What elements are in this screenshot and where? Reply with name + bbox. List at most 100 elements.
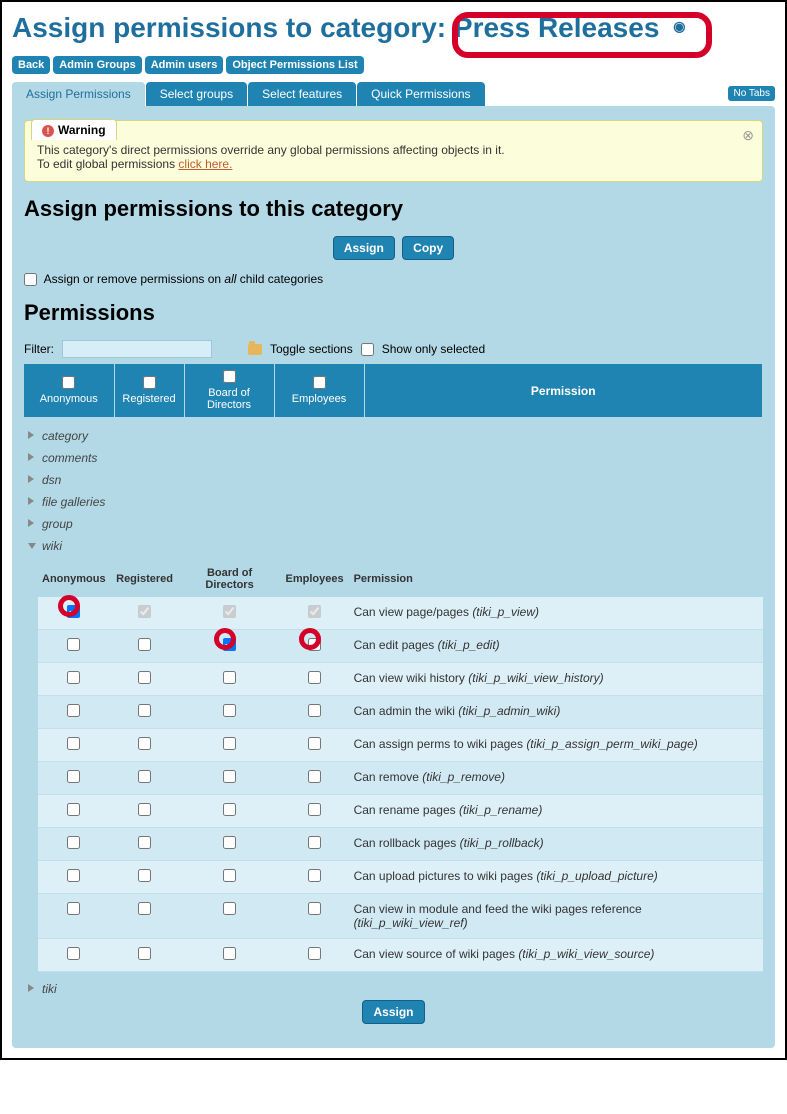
header-col-employees: Employees xyxy=(274,364,364,417)
perm-checkbox-bod[interactable] xyxy=(223,671,236,684)
perm-checkbox-bod[interactable] xyxy=(223,869,236,882)
perm-checkbox-bod[interactable] xyxy=(223,902,236,915)
perm-checkbox-anon[interactable] xyxy=(67,947,80,960)
filter-input[interactable] xyxy=(62,340,212,358)
copy-button[interactable]: Copy xyxy=(402,236,454,260)
perm-checkbox-anon[interactable] xyxy=(67,902,80,915)
table-row: Can rollback pages (tiki_p_rollback) xyxy=(38,828,763,861)
perm-checkbox-bod[interactable] xyxy=(223,836,236,849)
perm-checkbox-bod[interactable] xyxy=(223,770,236,783)
warning-global-permissions-link[interactable]: click here. xyxy=(178,157,232,171)
perm-checkbox-anon[interactable] xyxy=(67,605,80,618)
perm-checkbox-reg[interactable] xyxy=(138,803,151,816)
perm-checkbox-bod[interactable] xyxy=(223,947,236,960)
perm-checkbox-anon[interactable] xyxy=(67,836,80,849)
no-tabs-button[interactable]: No Tabs xyxy=(728,86,775,101)
perm-checkbox-emp[interactable] xyxy=(308,770,321,783)
perm-checkbox-reg[interactable] xyxy=(138,836,151,849)
header-checkbox-registered[interactable] xyxy=(143,376,156,389)
nav-button-admin-groups[interactable]: Admin Groups xyxy=(53,56,141,74)
section-dsn[interactable]: dsn xyxy=(24,469,763,491)
header-checkbox-employees[interactable] xyxy=(313,376,326,389)
perm-checkbox-bod[interactable] xyxy=(223,638,236,651)
table-row: Can view in module and feed the wiki pag… xyxy=(38,894,763,939)
header-checkbox-anonymous[interactable] xyxy=(62,376,75,389)
perm-checkbox-emp[interactable] xyxy=(308,737,321,750)
perm-checkbox-reg[interactable] xyxy=(138,704,151,717)
warning-close-icon[interactable]: ⊗ xyxy=(742,127,754,144)
perm-checkbox-anon[interactable] xyxy=(67,770,80,783)
perm-checkbox-bod[interactable] xyxy=(223,803,236,816)
perm-checkbox-anon[interactable] xyxy=(67,737,80,750)
perm-checkbox-emp[interactable] xyxy=(308,671,321,684)
perm-checkbox-reg xyxy=(138,605,151,618)
perm-checkbox-reg[interactable] xyxy=(138,737,151,750)
nav-buttons: BackAdmin GroupsAdmin usersObject Permis… xyxy=(12,56,775,74)
perm-checkbox-emp[interactable] xyxy=(308,947,321,960)
perm-checkbox-anon[interactable] xyxy=(67,671,80,684)
perm-checkbox-reg[interactable] xyxy=(138,638,151,651)
nav-button-admin-users[interactable]: Admin users xyxy=(145,56,224,74)
perm-checkbox-reg[interactable] xyxy=(138,947,151,960)
section-group[interactable]: group xyxy=(24,513,763,535)
section-tiki[interactable]: tiki xyxy=(24,978,763,1000)
perm-description: Can view page/pages (tiki_p_view) xyxy=(350,597,763,630)
perm-checkbox-reg[interactable] xyxy=(138,770,151,783)
warning-line1: This category's direct permissions overr… xyxy=(37,143,750,157)
perm-checkbox-bod[interactable] xyxy=(223,737,236,750)
tabs-row: Assign PermissionsSelect groupsSelect fe… xyxy=(12,82,775,106)
section-category[interactable]: category xyxy=(24,425,763,447)
section-file-galleries[interactable]: file galleries xyxy=(24,491,763,513)
perm-description: Can rename pages (tiki_p_rename) xyxy=(350,795,763,828)
tab-assign-permissions[interactable]: Assign Permissions xyxy=(12,82,145,106)
chevron-right-icon xyxy=(28,431,34,439)
perm-checkbox-emp[interactable] xyxy=(308,869,321,882)
wiki-th-employees: Employees xyxy=(280,561,350,597)
child-categories-checkbox[interactable] xyxy=(24,273,37,286)
table-row: Can remove (tiki_p_remove) xyxy=(38,762,763,795)
assign-button-bottom[interactable]: Assign xyxy=(362,1000,424,1024)
section-wiki[interactable]: wiki xyxy=(24,535,763,557)
section-comments[interactable]: comments xyxy=(24,447,763,469)
perm-checkbox-bod[interactable] xyxy=(223,704,236,717)
perm-checkbox-anon[interactable] xyxy=(67,704,80,717)
perm-checkbox-reg[interactable] xyxy=(138,902,151,915)
header-col-anonymous: Anonymous xyxy=(24,364,114,417)
perm-checkbox-anon[interactable] xyxy=(67,869,80,882)
assign-heading: Assign permissions to this category xyxy=(24,196,763,222)
chevron-right-icon xyxy=(28,519,34,527)
perm-description: Can view source of wiki pages (tiki_p_wi… xyxy=(350,939,763,972)
perm-checkbox-anon[interactable] xyxy=(67,638,80,651)
nav-button-object-permissions-list[interactable]: Object Permissions List xyxy=(226,56,363,74)
header-checkbox-board-of-directors[interactable] xyxy=(223,370,236,383)
perm-checkbox-reg[interactable] xyxy=(138,869,151,882)
perm-checkbox-emp[interactable] xyxy=(308,638,321,651)
tab-select-groups[interactable]: Select groups xyxy=(146,82,247,106)
perm-checkbox-reg[interactable] xyxy=(138,671,151,684)
toggle-sections-link[interactable]: Toggle sections xyxy=(270,342,353,356)
chevron-right-icon xyxy=(28,497,34,505)
table-row: Can admin the wiki (tiki_p_admin_wiki) xyxy=(38,696,763,729)
filter-row: Filter: Toggle sections Show only select… xyxy=(24,340,763,358)
table-row: Can view wiki history (tiki_p_wiki_view_… xyxy=(38,663,763,696)
tab-quick-permissions[interactable]: Quick Permissions xyxy=(357,82,484,106)
folder-icon[interactable] xyxy=(248,344,262,355)
perm-checkbox-emp[interactable] xyxy=(308,836,321,849)
perm-checkbox-emp[interactable] xyxy=(308,902,321,915)
show-only-selected-checkbox[interactable] xyxy=(361,343,374,356)
tab-select-features[interactable]: Select features xyxy=(248,82,356,106)
wiki-th-registered: Registered xyxy=(110,561,180,597)
perm-checkbox-anon[interactable] xyxy=(67,803,80,816)
header-col-registered: Registered xyxy=(114,364,184,417)
perm-description: Can assign perms to wiki pages (tiki_p_a… xyxy=(350,729,763,762)
filter-label: Filter: xyxy=(24,342,54,356)
perm-checkbox-emp[interactable] xyxy=(308,803,321,816)
warning-box: !Warning ⊗ This category's direct permis… xyxy=(24,120,763,182)
help-icon[interactable]: ◉ xyxy=(673,18,685,34)
perm-checkbox-emp[interactable] xyxy=(308,704,321,717)
perm-checkbox-emp xyxy=(308,605,321,618)
nav-button-back[interactable]: Back xyxy=(12,56,50,74)
perm-description: Can remove (tiki_p_remove) xyxy=(350,762,763,795)
warning-tab: !Warning xyxy=(31,119,117,140)
assign-button-top[interactable]: Assign xyxy=(333,236,395,260)
